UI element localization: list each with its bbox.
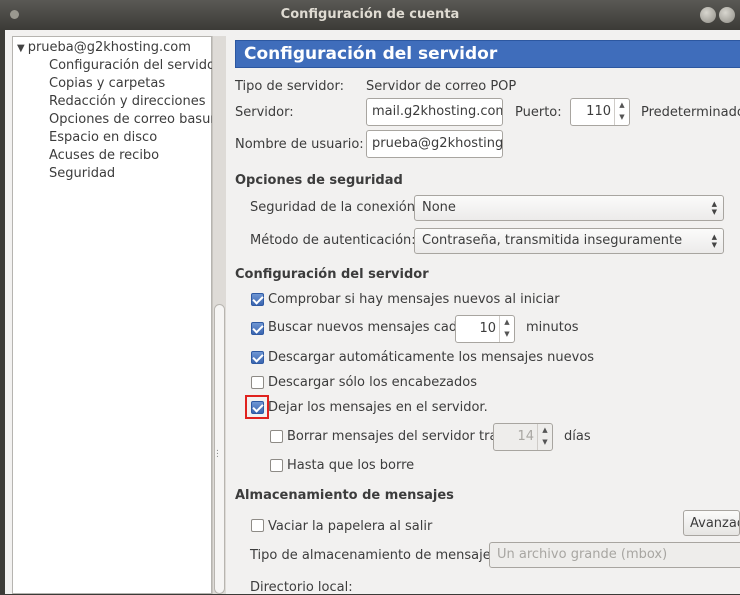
server-type-label: Tipo de servidor: [235, 79, 344, 94]
auto-download-checkbox[interactable] [251, 351, 264, 364]
minutes-label: minutos [526, 320, 579, 335]
tree-item-composition[interactable]: Redacción y direcciones [49, 94, 206, 109]
dialog-body: ▼ prueba@g2khosting.com Configuración del… [0, 30, 740, 595]
until-deleted-label[interactable]: Hasta que los borre [287, 458, 414, 473]
tree-item-copies-folders[interactable]: Copias y carpetas [49, 76, 165, 91]
tree-item-disk-space[interactable]: Espacio en disco [49, 130, 157, 145]
settings-panel: Configuración del servidor Tipo de servi… [227, 30, 740, 595]
storage-type-label: Tipo de almacenamiento de mensajes: [250, 548, 502, 563]
port-stepper[interactable]: 110 ▲ ▼ [570, 98, 630, 126]
delete-after-value: 14 [517, 429, 534, 444]
window-frame [0, 30, 5, 594]
select-arrows-icon: ▲ ▼ [711, 233, 717, 249]
storage-type-select[interactable]: Un archivo grande (mbox) [489, 542, 740, 568]
tree-item-receipts[interactable]: Acuses de recibo [49, 148, 159, 163]
tree-item-junk[interactable]: Opciones de correo basura [49, 112, 224, 127]
connection-security-label: Seguridad de la conexión: [250, 200, 420, 215]
port-value: 110 [586, 104, 611, 119]
delete-after-label[interactable]: Borrar mensajes del servidor tras [287, 429, 504, 444]
check-every-checkbox[interactable] [251, 322, 264, 335]
server-label: Servidor: [235, 105, 294, 120]
tree-account-root[interactable]: ▼ prueba@g2khosting.com [17, 40, 191, 55]
tree-account-label: prueba@g2khosting.com [27, 40, 191, 55]
stepper-arrows-icon[interactable]: ▲ ▼ [537, 424, 552, 450]
port-default-label: Predeterminado [641, 105, 740, 120]
check-every-label[interactable]: Buscar nuevos mensajes cada [268, 320, 465, 335]
headers-only-checkbox[interactable] [251, 376, 264, 389]
close-button[interactable] [719, 7, 735, 23]
security-section-title: Opciones de seguridad [235, 173, 403, 188]
port-label: Puerto: [515, 105, 562, 120]
empty-trash-label[interactable]: Vaciar la papelera al salir [268, 519, 432, 534]
auto-download-label[interactable]: Descargar automáticamente los mensajes n… [268, 350, 594, 365]
local-dir-label: Directorio local: [250, 580, 353, 595]
username-input[interactable]: prueba@g2khosting.com [366, 130, 503, 158]
scrollbar-grip-icon: ... [216, 444, 219, 460]
headers-only-label[interactable]: Descargar sólo los encabezados [268, 375, 477, 390]
select-arrows-icon: ▲ ▼ [711, 200, 717, 216]
minimize-button[interactable] [700, 7, 716, 23]
advanced-button[interactable]: Avanzado... [683, 510, 740, 536]
username-label: Nombre de usuario: [235, 137, 364, 152]
empty-trash-checkbox[interactable] [251, 519, 264, 532]
auth-method-label: Método de autenticación: [250, 233, 416, 248]
auth-method-select[interactable]: Contraseña, transmitida inseguramente ▲ ▼ [414, 228, 724, 254]
stepper-arrows-icon[interactable]: ▲ ▼ [499, 316, 514, 342]
stepper-arrows-icon[interactable]: ▲ ▼ [614, 99, 629, 125]
leave-on-server-checkbox[interactable] [251, 401, 264, 414]
tree-item-server-settings[interactable]: Configuración del servidor [49, 58, 220, 73]
check-interval-value: 10 [479, 321, 496, 336]
check-startup-checkbox[interactable] [251, 293, 264, 306]
delete-after-stepper[interactable]: 14 ▲ ▼ [493, 423, 553, 451]
server-settings-section-title: Configuración del servidor [235, 267, 429, 282]
connection-security-select[interactable]: None ▲ ▼ [414, 195, 724, 221]
vertical-scrollbar[interactable]: ... [212, 36, 226, 594]
title-bar: Configuración de cuenta [0, 0, 740, 30]
until-deleted-checkbox[interactable] [270, 459, 283, 472]
connection-security-value: None [422, 200, 456, 215]
storage-section-title: Almacenamiento de mensajes [235, 488, 454, 503]
check-startup-label[interactable]: Comprobar si hay mensajes nuevos al inic… [268, 292, 560, 307]
check-interval-stepper[interactable]: 10 ▲ ▼ [455, 315, 515, 343]
storage-type-value: Un archivo grande (mbox) [497, 547, 668, 562]
leave-on-server-label[interactable]: Dejar los mensajes en el servidor. [268, 400, 488, 415]
window-title: Configuración de cuenta [280, 7, 460, 22]
panel-header: Configuración del servidor [235, 40, 740, 68]
server-type-value: Servidor de correo POP [366, 79, 517, 94]
account-tree[interactable]: ▼ prueba@g2khosting.com Configuración del… [12, 36, 224, 594]
tree-item-security[interactable]: Seguridad [49, 166, 115, 181]
delete-after-checkbox[interactable] [270, 430, 283, 443]
auth-method-value: Contraseña, transmitida inseguramente [422, 233, 683, 248]
days-label: días [564, 429, 591, 444]
expand-triangle-icon[interactable]: ▼ [17, 43, 25, 54]
server-input[interactable]: mail.g2khosting.com [366, 98, 503, 126]
